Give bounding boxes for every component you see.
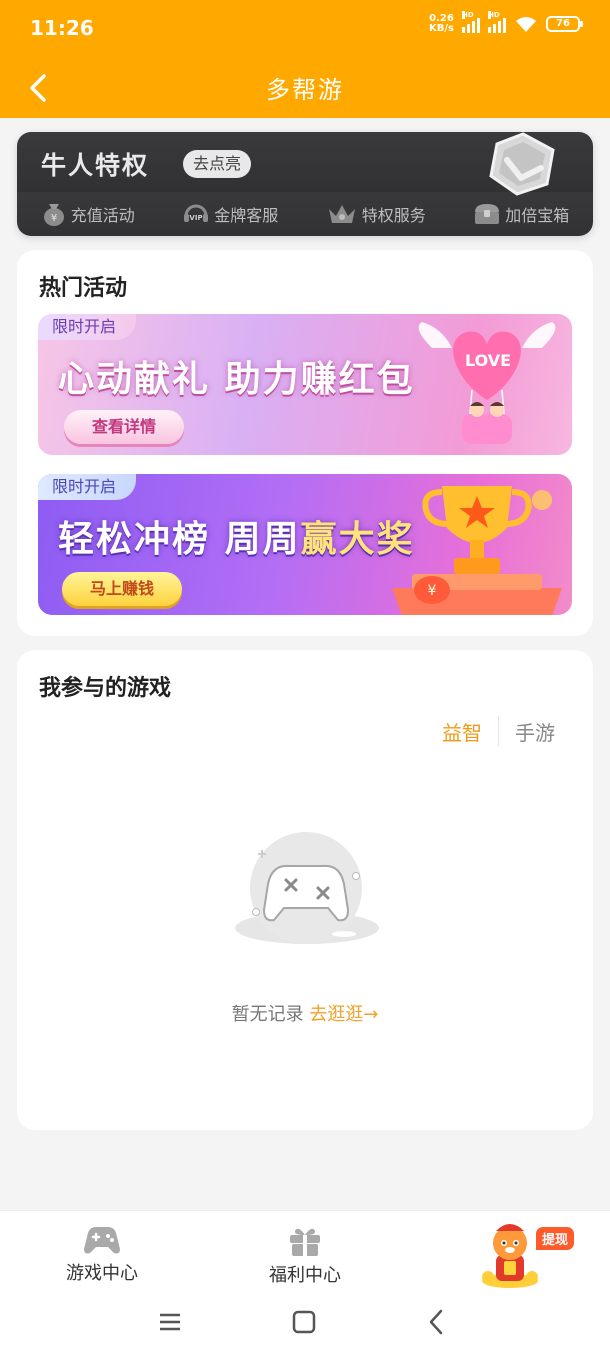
vip-title: 牛人特权 bbox=[41, 151, 150, 180]
svg-text:VIP: VIP bbox=[190, 214, 203, 222]
vip-item-label: 充值活动 bbox=[70, 206, 135, 225]
status-time: 11:26 bbox=[30, 16, 94, 40]
vip-item-service[interactable]: VIP 金牌客服 bbox=[182, 201, 278, 227]
title-bar: 多帮游 bbox=[0, 58, 610, 118]
banner-headline: 心动献礼 助力赚红包 bbox=[58, 359, 415, 400]
nav-label: 福利中心 bbox=[269, 1265, 341, 1286]
status-bar: 11:26 0.26 KB/s HD HD 76 bbox=[0, 0, 610, 58]
network-speed: 0.26 KB/s bbox=[429, 13, 454, 34]
vip-item-label: 特权服务 bbox=[361, 206, 426, 225]
tab-puzzle[interactable]: 益智 bbox=[426, 717, 498, 746]
vip-items-row: ¥ 充值活动 VIP 金牌客服 特权服务 加倍宝箱 bbox=[17, 192, 593, 236]
activity-banner-ranking[interactable]: 限时开启 轻松冲榜 周周赢大奖 马上赚钱 ¥ bbox=[38, 474, 572, 615]
hot-activities-card: 热门活动 限时开启 心动献礼 助力赚红包 查看详情 LOVE 限时开启 轻松冲榜… bbox=[17, 250, 593, 636]
menu-icon bbox=[160, 1313, 180, 1331]
nav-welfare-center[interactable]: 福利中心 bbox=[245, 1225, 365, 1287]
vip-headset-icon: VIP bbox=[184, 204, 209, 222]
page-title: 多帮游 bbox=[266, 76, 344, 104]
game-type-tabs: 益智 手游 bbox=[426, 716, 571, 746]
home-button[interactable] bbox=[284, 1306, 324, 1338]
vip-privilege-card[interactable]: 牛人特权 去点亮 ¥ 充值活动 VIP 金牌客服 特权服务 加倍宝箱 bbox=[17, 132, 593, 236]
vip-activate-button[interactable]: 去点亮 bbox=[183, 150, 252, 178]
svg-text:LOVE: LOVE bbox=[465, 351, 511, 370]
nav-game-center[interactable]: 游戏中心 bbox=[42, 1225, 162, 1285]
wifi-icon bbox=[516, 17, 536, 32]
status-indicators: 0.26 KB/s HD HD 76 bbox=[429, 11, 583, 34]
svg-text:¥: ¥ bbox=[51, 213, 57, 224]
vip-badge-icon bbox=[489, 132, 555, 196]
vip-item-label: 金牌客服 bbox=[214, 206, 279, 225]
nav-withdraw[interactable]: 提现 bbox=[472, 1215, 582, 1288]
love-balloon-illustration: LOVE bbox=[418, 322, 556, 444]
home-square-icon bbox=[292, 1310, 316, 1334]
view-details-button[interactable]: 查看详情 bbox=[64, 410, 185, 444]
limited-time-tag: 限时开启 bbox=[38, 474, 137, 500]
activity-banner-love[interactable]: 限时开启 心动献礼 助力赚红包 查看详情 LOVE bbox=[38, 314, 572, 455]
limited-time-tag: 限时开启 bbox=[38, 314, 137, 340]
recent-apps-button[interactable] bbox=[150, 1306, 190, 1338]
browse-link[interactable]: 去逛逛→ bbox=[309, 1004, 378, 1025]
signal-icon-2: HD bbox=[488, 11, 506, 33]
trophy-illustration: ¥ bbox=[392, 486, 562, 615]
treasure-chest-icon bbox=[475, 204, 500, 224]
vip-item-chest[interactable]: 加倍宝箱 bbox=[473, 202, 569, 226]
back-triangle-icon bbox=[429, 1309, 443, 1335]
empty-state-text: 暂无记录 去逛逛→ bbox=[231, 1004, 379, 1025]
earn-money-button[interactable]: 马上赚钱 bbox=[62, 572, 183, 606]
section-title: 热门活动 bbox=[39, 276, 128, 301]
banner-headline: 轻松冲榜 周周赢大奖 bbox=[58, 519, 415, 560]
section-title: 我参与的游戏 bbox=[39, 676, 172, 701]
withdraw-badge: 提现 bbox=[533, 1225, 576, 1252]
empty-gamepad-icon bbox=[235, 832, 379, 944]
crown-icon bbox=[328, 205, 355, 223]
nav-label: 游戏中心 bbox=[66, 1263, 138, 1284]
system-back-button[interactable] bbox=[416, 1306, 456, 1338]
gift-icon bbox=[290, 1228, 320, 1256]
vip-item-recharge[interactable]: ¥ 充值活动 bbox=[41, 201, 135, 227]
tab-mobile-games[interactable]: 手游 bbox=[499, 717, 571, 746]
gamepad-icon bbox=[84, 1227, 120, 1254]
vip-item-privilege[interactable]: 特权服务 bbox=[326, 201, 426, 227]
money-bag-icon: ¥ bbox=[43, 204, 64, 226]
bottom-nav: 游戏中心 福利中心 提现 bbox=[0, 1210, 610, 1290]
signal-icon: HD bbox=[462, 11, 480, 33]
system-nav-bar bbox=[0, 1290, 610, 1356]
my-games-card: 我参与的游戏 益智 手游 暂无记录 去逛逛→ bbox=[17, 650, 593, 1130]
vip-item-label: 加倍宝箱 bbox=[505, 206, 570, 225]
svg-text:¥: ¥ bbox=[428, 583, 437, 599]
battery-icon: 76 bbox=[546, 16, 583, 32]
